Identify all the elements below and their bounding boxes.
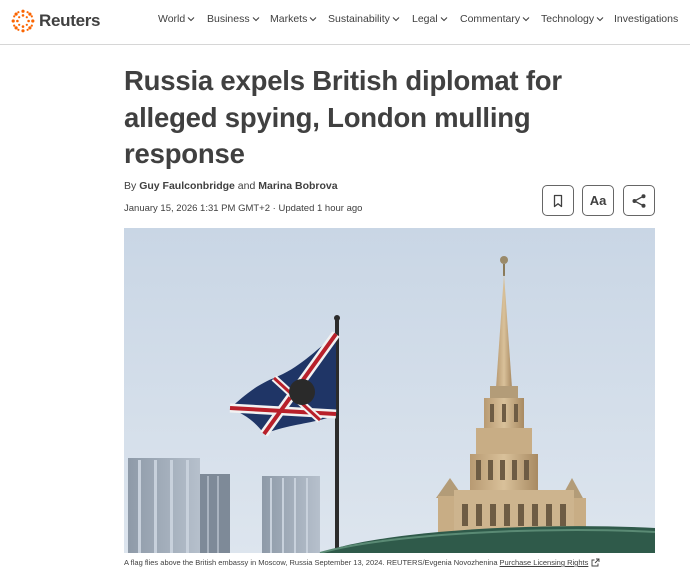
- nav-item-legal[interactable]: Legal: [412, 13, 448, 25]
- byline: By Guy Faulconbridge and Marina Bobrova: [124, 180, 338, 192]
- main-nav: World Business Markets Sustainability Le…: [0, 13, 690, 29]
- nav-label: Business: [207, 13, 250, 25]
- share-button[interactable]: [623, 185, 655, 216]
- bookmark-icon: [553, 194, 563, 207]
- skyscraper-center: [262, 476, 320, 553]
- chevron-down-icon: [309, 15, 317, 23]
- author-link[interactable]: Guy Faulconbridge: [139, 180, 235, 192]
- site-header: Reuters World Business Markets Sustainab…: [0, 0, 690, 45]
- byline-prefix: By: [124, 180, 137, 192]
- nav-label: Technology: [541, 13, 595, 25]
- photo-caption: A flag flies above the British embassy i…: [124, 558, 600, 567]
- share-icon: [632, 193, 646, 208]
- byline-and: and: [237, 180, 256, 192]
- nav-item-commentary[interactable]: Commentary: [460, 13, 530, 25]
- chevron-down-icon: [392, 15, 400, 23]
- article-dateline: January 15, 2026 1:31 PM GMT+2 · Updated…: [124, 203, 363, 214]
- text-size-button[interactable]: Aa: [582, 185, 614, 216]
- nav-item-investigations[interactable]: Investigations: [614, 13, 678, 25]
- nav-label: Commentary: [460, 13, 521, 25]
- chevron-down-icon: [522, 15, 530, 23]
- text-size-label: Aa: [589, 193, 607, 208]
- nav-label: Investigations: [614, 13, 679, 25]
- nav-item-sustainability[interactable]: Sustainability: [328, 13, 400, 25]
- nav-item-business[interactable]: Business: [207, 13, 260, 25]
- nav-label: World: [158, 13, 186, 25]
- nav-item-markets[interactable]: Markets: [270, 13, 317, 25]
- author-link[interactable]: Marina Bobrova: [258, 180, 337, 192]
- chevron-down-icon: [252, 15, 260, 23]
- chevron-down-icon: [187, 15, 195, 23]
- headline-line: response: [124, 138, 245, 169]
- article-headline: Russia expels British diplomat for alleg…: [124, 63, 594, 173]
- headline-line: alleged spying, London mulling: [124, 101, 531, 133]
- caption-text: A flag flies above the British embassy i…: [124, 558, 498, 567]
- chevron-down-icon: [440, 15, 448, 23]
- purchase-licensing-link[interactable]: Purchase Licensing Rights: [500, 558, 589, 567]
- nav-label: Legal: [412, 13, 438, 25]
- nav-label: Markets: [270, 13, 308, 25]
- headline-line: Russia expels British diplomat for: [124, 65, 562, 96]
- bookmark-button[interactable]: [542, 185, 574, 216]
- chevron-down-icon: [596, 15, 604, 23]
- external-link-icon: [591, 558, 600, 567]
- nav-item-technology[interactable]: Technology: [541, 13, 604, 25]
- nav-label: Sustainability: [328, 13, 390, 25]
- article-photo: [124, 228, 655, 553]
- nav-item-world[interactable]: World: [158, 13, 195, 25]
